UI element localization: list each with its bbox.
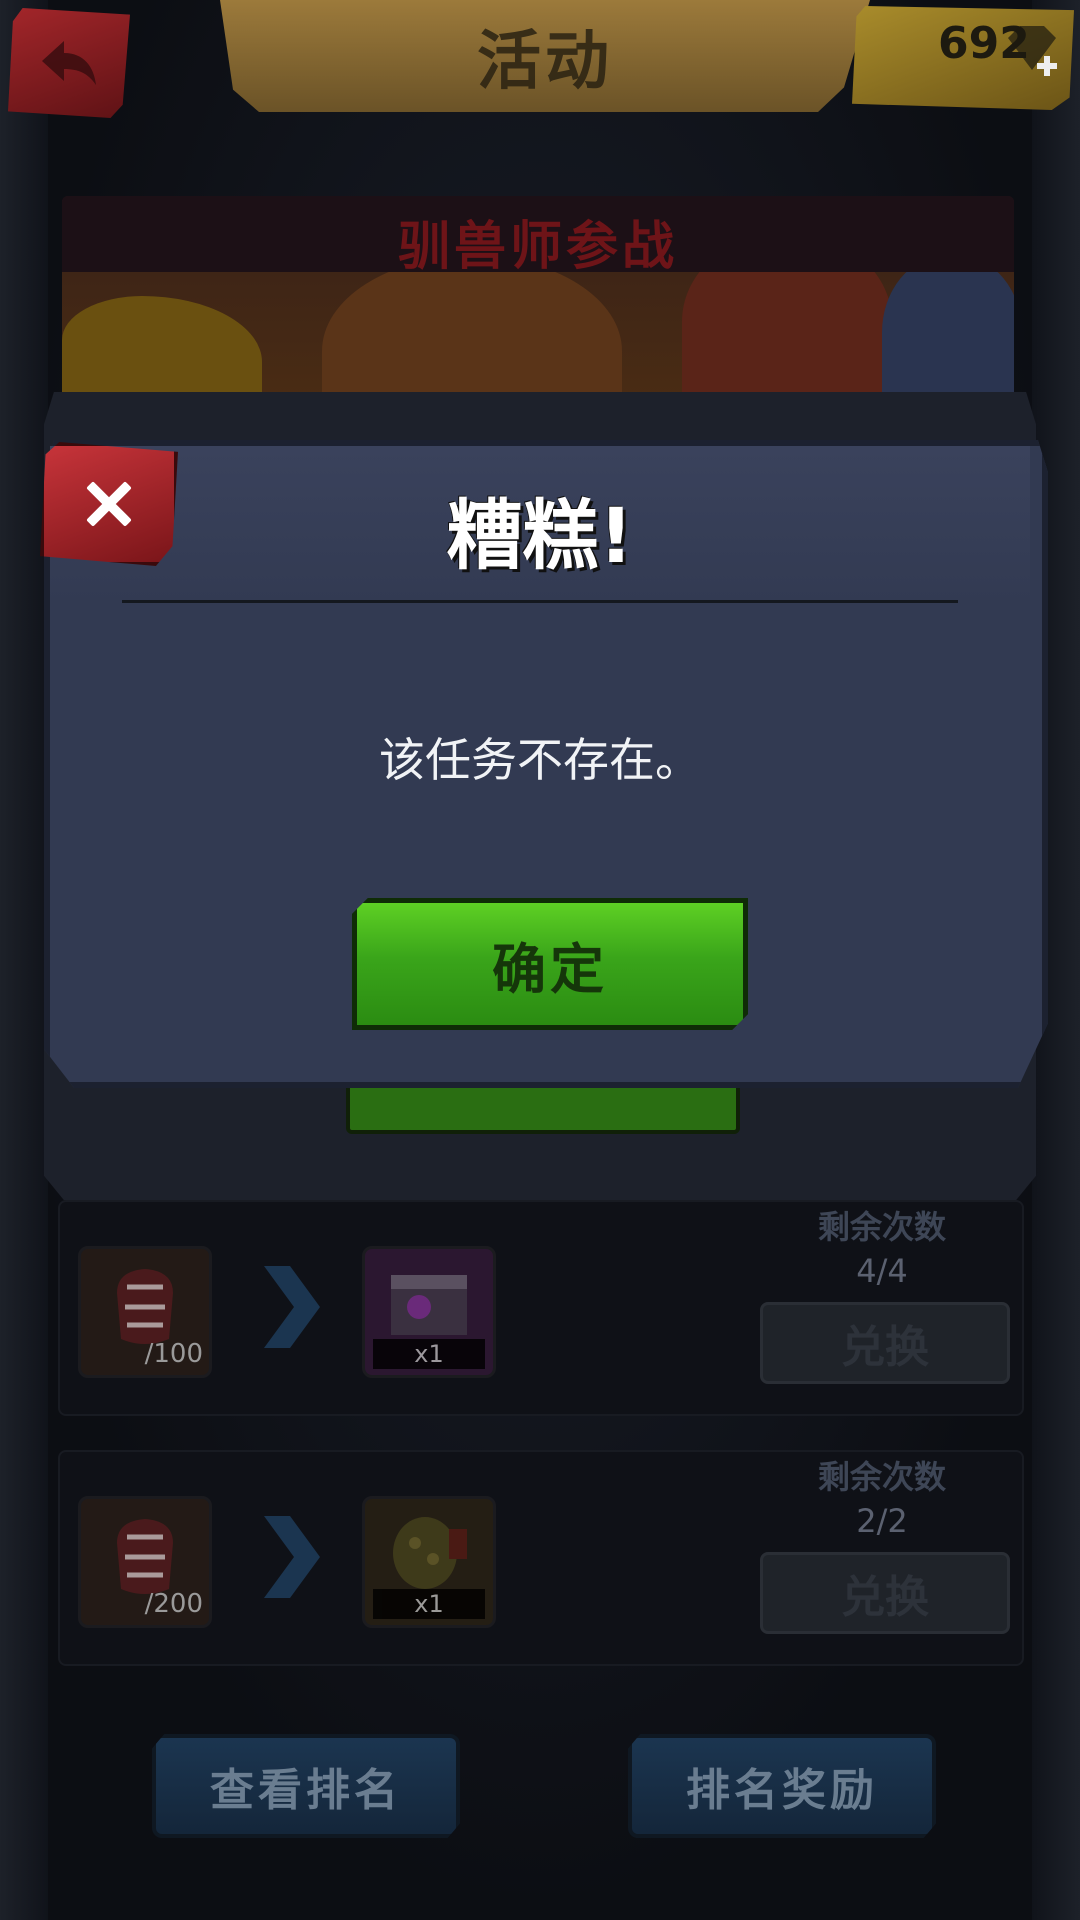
dialog-divider [122, 600, 958, 603]
cost-amount: /200 [144, 1589, 203, 1619]
back-button[interactable] [8, 8, 130, 118]
view-ranking-button[interactable]: 查看排名 [152, 1734, 460, 1838]
exchange-row: /200 x1 剩余次数 2/2 兑换 [58, 1450, 1024, 1666]
gauntlet-icon [117, 1269, 173, 1344]
reward-item-slot: x1 [362, 1496, 496, 1628]
exchange-row: /100 x1 剩余次数 4/4 兑换 [58, 1200, 1024, 1416]
cost-item-slot: /100 [78, 1246, 212, 1378]
title-plate: 活动 [220, 0, 870, 112]
reward-qty: x1 [373, 1589, 485, 1619]
dialog-message: 该任务不存在。 [379, 733, 701, 787]
page-title: 活动 [477, 25, 613, 99]
exchange-button[interactable]: 兑换 [760, 1302, 1010, 1384]
remaining-label: 剩余次数 [817, 1208, 946, 1246]
remaining-value: 2/2 [856, 1502, 908, 1540]
exchange-button[interactable]: 兑换 [760, 1552, 1010, 1634]
back-arrow-icon [42, 41, 96, 85]
cost-amount: /100 [144, 1339, 203, 1369]
ranking-reward-button[interactable]: 排名奖励 [628, 1734, 936, 1838]
event-banner: 驯兽师参战 [62, 196, 1014, 404]
confirm-button[interactable]: 确定 [352, 898, 748, 1030]
chest-icon [391, 1275, 467, 1335]
gem-icon [1008, 26, 1057, 76]
rock-border-left [0, 0, 48, 1920]
gauntlet-icon [117, 1519, 173, 1594]
chevron-right-icon [264, 1266, 320, 1348]
dialog-title: 糟糕! [446, 491, 634, 580]
banner-title: 驯兽师参战 [397, 217, 678, 277]
remaining-value: 4/4 [856, 1252, 908, 1290]
remaining-label: 剩余次数 [817, 1458, 946, 1496]
close-x-icon [87, 482, 131, 526]
cost-item-slot: /200 [78, 1496, 212, 1628]
reward-item-slot: x1 [362, 1246, 496, 1378]
chevron-right-icon [264, 1516, 320, 1598]
reward-qty: x1 [373, 1339, 485, 1369]
shell-armor-icon [393, 1517, 467, 1589]
close-button[interactable] [40, 442, 178, 566]
